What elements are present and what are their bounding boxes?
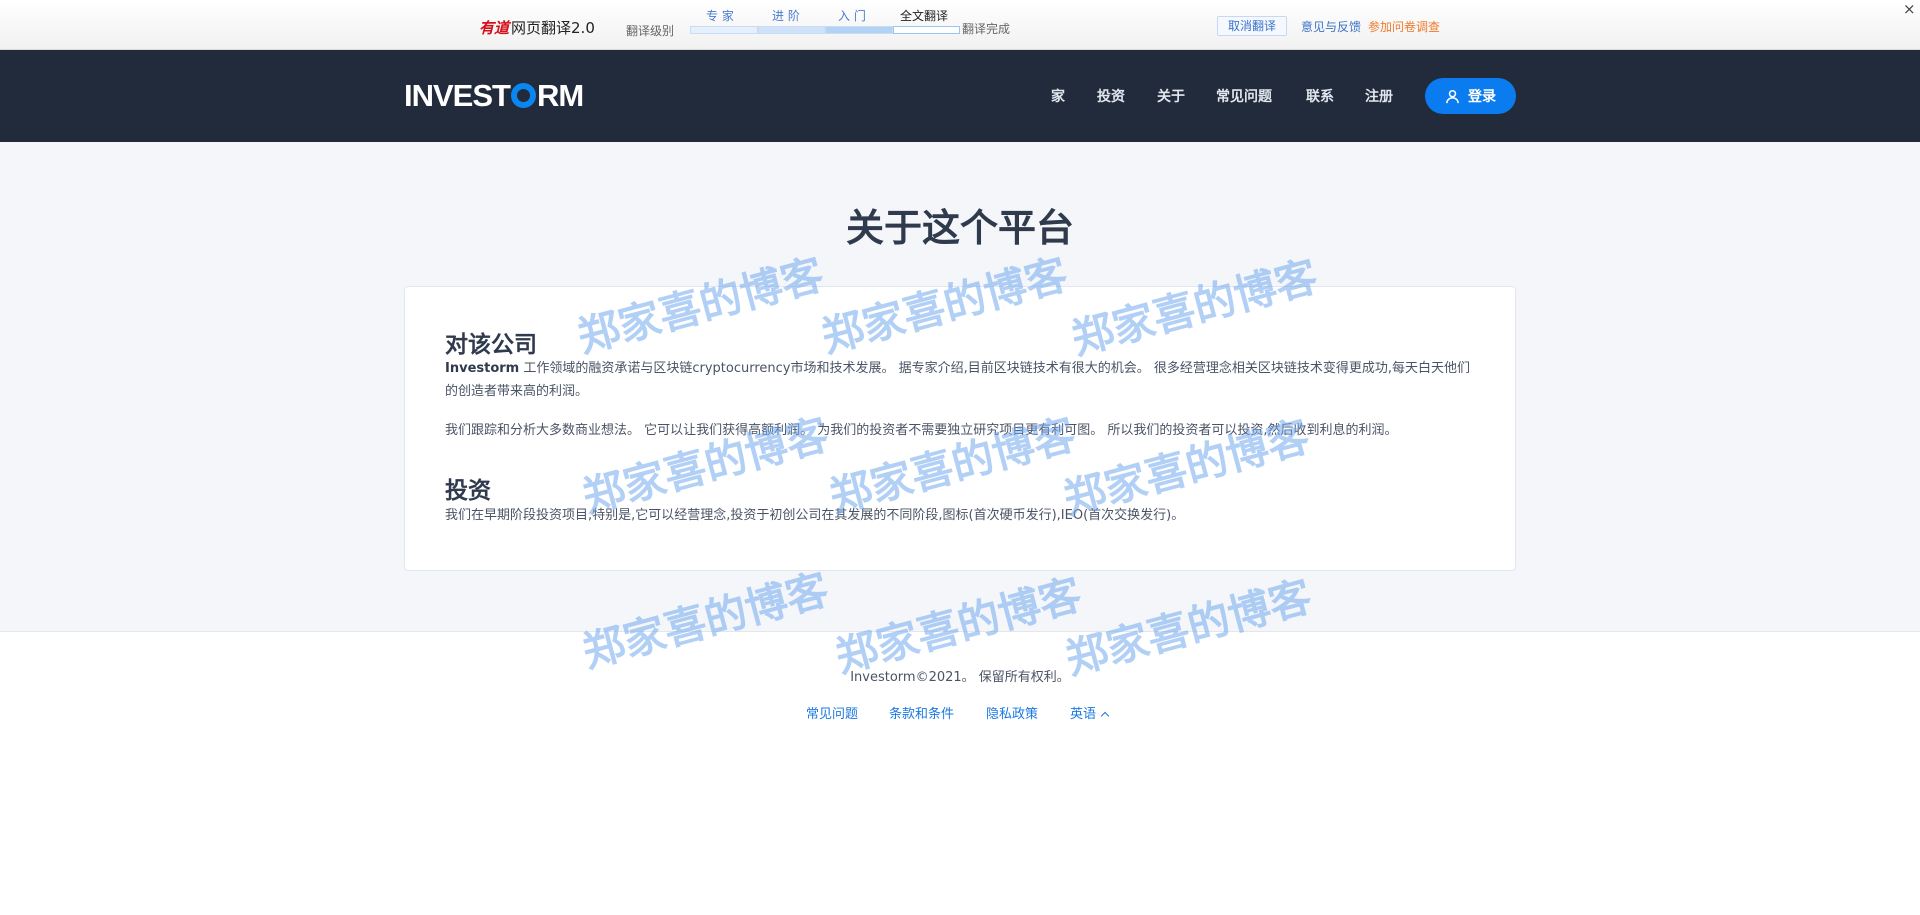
main-content: 关于这个平台 对该公司 Investorm 工作领域的融资承诺与区块链crypt…	[0, 142, 1920, 632]
level-advanced[interactable]: 进 阶	[772, 7, 800, 24]
nav-contact[interactable]: 联系	[1306, 86, 1334, 106]
user-icon	[1446, 89, 1459, 103]
footer-link-privacy[interactable]: 隐私政策	[986, 703, 1038, 722]
level-segment[interactable]	[825, 26, 893, 34]
footer-link-terms[interactable]: 条款和条件	[889, 703, 954, 722]
nav-about[interactable]: 关于	[1157, 86, 1185, 106]
level-segment[interactable]	[690, 26, 758, 34]
page-title: 关于这个平台	[845, 206, 1074, 250]
level-track[interactable]	[690, 26, 960, 34]
login-label: 登录	[1468, 89, 1496, 105]
close-icon[interactable]: ×	[1903, 0, 1916, 18]
chevron-up-icon	[1100, 711, 1110, 721]
section-heading-company: 对该公司	[445, 332, 537, 358]
about-card: 对该公司 Investorm 工作领域的融资承诺与区块链cryptocurren…	[404, 286, 1516, 571]
translator-bar: 有道 网页翻译2.0 翻译级别 专 家 进 阶 入 门 全文翻译 翻译完成 取消翻…	[0, 0, 1920, 50]
level-segment[interactable]	[757, 26, 825, 34]
invest-paragraph: 我们在早期阶段投资项目,特别是,它可以经营理念,投资于初创公司在其发展的不同阶段…	[445, 508, 1185, 523]
nav-faq[interactable]: 常见问题	[1216, 86, 1272, 106]
site-logo[interactable]: INVEST RM	[404, 76, 584, 116]
translator-brand: 有道 网页翻译2.0	[479, 17, 595, 38]
logo-text-start: INVEST	[404, 78, 511, 113]
language-selector[interactable]: 英语	[1070, 703, 1110, 722]
level-expert[interactable]: 专 家	[706, 7, 734, 24]
company-brand-name: Investorm	[445, 361, 520, 376]
language-label: 英语	[1070, 707, 1097, 722]
nav-register[interactable]: 注册	[1365, 86, 1393, 106]
translation-level-slider[interactable]: 专 家 进 阶 入 门 全文翻译	[690, 6, 960, 34]
level-segment-active[interactable]	[892, 26, 960, 34]
level-full-text[interactable]: 全文翻译	[900, 7, 948, 24]
logo-o-ring-icon	[510, 83, 536, 108]
logo-text-end: RM	[536, 78, 584, 113]
site-header: INVEST RM 家 投资 关于 常见问题 联系 注册 登录	[0, 50, 1920, 142]
cancel-translation-button[interactable]: 取消翻译	[1217, 16, 1288, 36]
company-paragraph-1: Investorm 工作领域的融资承诺与区块链cryptocurrency市场和…	[445, 357, 1475, 403]
login-button[interactable]: 登录	[1425, 78, 1516, 114]
feedback-link[interactable]: 意见与反馈	[1301, 18, 1361, 35]
company-paragraph-2: 我们跟踪和分析大多数商业想法。 它可以让我们获得高额利润。 为我们的投资者不需要…	[445, 423, 1398, 438]
company-paragraph-1-text: 工作领域的融资承诺与区块链cryptocurrency市场和技术发展。 据专家介…	[445, 361, 1471, 399]
survey-link[interactable]: 参加问卷调查	[1368, 18, 1440, 35]
translation-level-label: 翻译级别	[626, 24, 675, 38]
translator-name: 网页翻译2.0	[511, 19, 595, 37]
translation-status: 翻译完成	[962, 22, 1011, 36]
copyright-text: Investorm©2021。 保留所有权利。	[850, 670, 1070, 685]
nav-invest[interactable]: 投资	[1097, 86, 1125, 106]
youdao-logo: 有道	[479, 19, 510, 37]
footer-link-faq[interactable]: 常见问题	[806, 703, 858, 722]
section-heading-invest: 投资	[445, 478, 491, 504]
level-beginner[interactable]: 入 门	[838, 7, 866, 24]
nav-home[interactable]: 家	[1051, 86, 1065, 106]
